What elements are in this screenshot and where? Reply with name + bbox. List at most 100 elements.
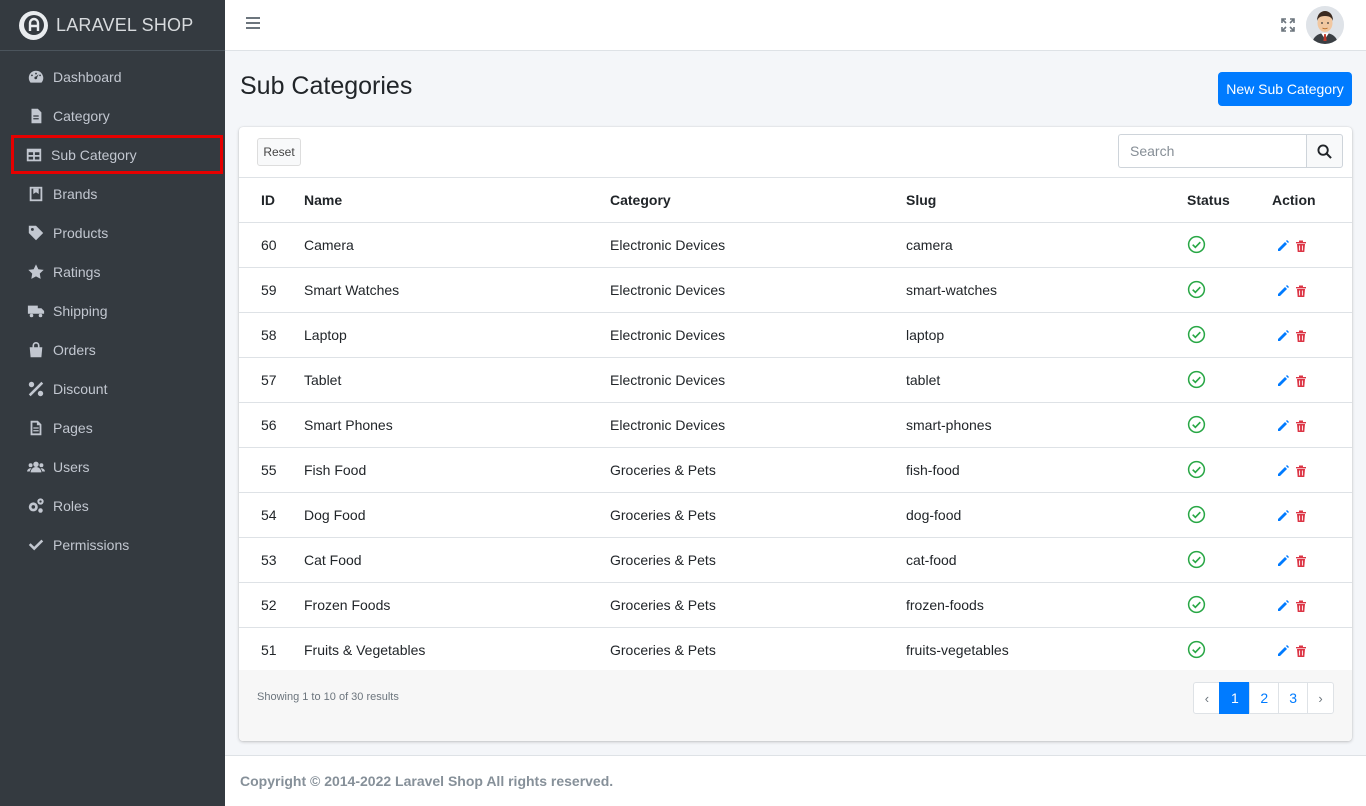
table-row: 55 Fish Food Groceries & Pets fish-food <box>239 447 1352 493</box>
fullscreen-icon[interactable] <box>1281 18 1295 32</box>
delete-icon[interactable] <box>1294 239 1308 253</box>
row-slug: tablet <box>906 357 1182 403</box>
row-id: 51 <box>239 627 304 673</box>
row-status <box>1182 447 1272 493</box>
row-id: 52 <box>239 582 304 628</box>
row-name: Dog Food <box>304 492 610 538</box>
sidebar-item-category[interactable]: Category <box>2 96 223 135</box>
table-row: 56 Smart Phones Electronic Devices smart-ph… <box>239 402 1352 448</box>
table-icon <box>24 145 44 165</box>
column-header-id: ID <box>239 178 304 223</box>
sidebar-item-products[interactable]: Products <box>2 213 223 252</box>
row-actions <box>1272 537 1352 583</box>
sidebar-item-ratings[interactable]: Ratings <box>2 252 223 291</box>
pagination-page-3[interactable]: 3 <box>1278 682 1308 714</box>
check-circle-icon <box>1187 595 1206 614</box>
table-header-row: ID Name Category Slug Status Action <box>239 178 1352 223</box>
search-input[interactable] <box>1118 134 1306 168</box>
sidebar-item-shipping[interactable]: Shipping <box>2 291 223 330</box>
check-circle-icon <box>1187 280 1206 299</box>
row-slug: frozen-foods <box>906 582 1182 628</box>
user-avatar[interactable] <box>1306 6 1344 44</box>
sidebar-item-label: Permissions <box>53 536 130 553</box>
edit-icon[interactable] <box>1276 239 1290 253</box>
row-category: Groceries & Pets <box>610 492 906 538</box>
check-circle-icon <box>1187 460 1206 479</box>
row-id: 56 <box>239 402 304 448</box>
row-status <box>1182 267 1272 313</box>
pagination-page-2[interactable]: 2 <box>1249 682 1280 714</box>
users-icon <box>26 457 46 477</box>
row-name: Laptop <box>304 312 610 358</box>
edit-icon[interactable] <box>1276 509 1290 523</box>
row-category: Groceries & Pets <box>610 447 906 493</box>
search-button[interactable] <box>1306 134 1343 168</box>
delete-icon[interactable] <box>1294 644 1308 658</box>
row-actions <box>1272 582 1352 628</box>
delete-icon[interactable] <box>1294 509 1308 523</box>
edit-icon[interactable] <box>1276 374 1290 388</box>
brand-link[interactable]: LARAVEL SHOP <box>0 0 225 51</box>
menu-toggle-icon[interactable] <box>246 17 260 31</box>
row-id: 60 <box>239 222 304 268</box>
pagination-prev[interactable]: ‹ <box>1193 682 1221 714</box>
delete-icon[interactable] <box>1294 464 1308 478</box>
row-status <box>1182 402 1272 448</box>
row-name: Tablet <box>304 357 610 403</box>
edit-icon[interactable] <box>1276 329 1290 343</box>
row-slug: smart-watches <box>906 267 1182 313</box>
row-status <box>1182 537 1272 583</box>
table-row: 53 Cat Food Groceries & Pets cat-food <box>239 537 1352 583</box>
reset-button[interactable]: Reset <box>257 138 301 166</box>
tachometer-icon <box>26 67 46 87</box>
sidebar-item-label: Sub Category <box>51 146 137 163</box>
row-category: Electronic Devices <box>610 222 906 268</box>
sidebar-item-dashboard[interactable]: Dashboard <box>2 57 223 96</box>
row-name: Smart Watches <box>304 267 610 313</box>
sidebar-item-orders[interactable]: Orders <box>2 330 223 369</box>
sidebar-item-label: Brands <box>53 185 98 202</box>
delete-icon[interactable] <box>1294 374 1308 388</box>
sidebar-item-permissions[interactable]: Permissions <box>2 525 223 564</box>
column-header-status: Status <box>1182 178 1272 223</box>
delete-icon[interactable] <box>1294 419 1308 433</box>
pagination-page-1[interactable]: 1 <box>1219 682 1251 714</box>
new-sub-category-button[interactable]: New Sub Category <box>1218 72 1352 106</box>
sidebar-item-brands[interactable]: Brands <box>2 174 223 213</box>
row-category: Groceries & Pets <box>610 537 906 583</box>
delete-icon[interactable] <box>1294 329 1308 343</box>
pagination-next[interactable]: › <box>1307 682 1334 714</box>
results-summary: Showing 1 to 10 of 30 results <box>257 691 399 703</box>
card-footer: Showing 1 to 10 of 30 results ‹ 1 2 3 › <box>239 670 1352 741</box>
card-header: Reset <box>239 127 1352 178</box>
row-status <box>1182 582 1272 628</box>
sidebar-item-pages[interactable]: Pages <box>2 408 223 447</box>
row-category: Electronic Devices <box>610 312 906 358</box>
check-circle-icon <box>1187 415 1206 434</box>
edit-icon[interactable] <box>1276 644 1290 658</box>
sidebar-nav: Dashboard Category Sub Category Brands P… <box>0 51 225 564</box>
sidebar-item-roles[interactable]: Roles <box>2 486 223 525</box>
edit-icon[interactable] <box>1276 599 1290 613</box>
row-status <box>1182 312 1272 358</box>
edit-icon[interactable] <box>1276 284 1290 298</box>
row-actions <box>1272 357 1352 403</box>
check-circle-icon <box>1187 370 1206 389</box>
row-id: 57 <box>239 357 304 403</box>
row-id: 58 <box>239 312 304 358</box>
sidebar-item-label: Category <box>53 107 110 124</box>
row-name: Fish Food <box>304 447 610 493</box>
sidebar-item-sub-category[interactable]: Sub Category <box>11 135 223 174</box>
table-row: 54 Dog Food Groceries & Pets dog-food <box>239 492 1352 538</box>
row-actions <box>1272 222 1352 268</box>
edit-icon[interactable] <box>1276 554 1290 568</box>
sidebar-item-users[interactable]: Users <box>2 447 223 486</box>
delete-icon[interactable] <box>1294 554 1308 568</box>
delete-icon[interactable] <box>1294 284 1308 298</box>
sidebar-item-discount[interactable]: Discount <box>2 369 223 408</box>
table-row: 60 Camera Electronic Devices camera <box>239 222 1352 268</box>
edit-icon[interactable] <box>1276 419 1290 433</box>
delete-icon[interactable] <box>1294 599 1308 613</box>
edit-icon[interactable] <box>1276 464 1290 478</box>
sidebar-item-label: Discount <box>53 380 108 397</box>
